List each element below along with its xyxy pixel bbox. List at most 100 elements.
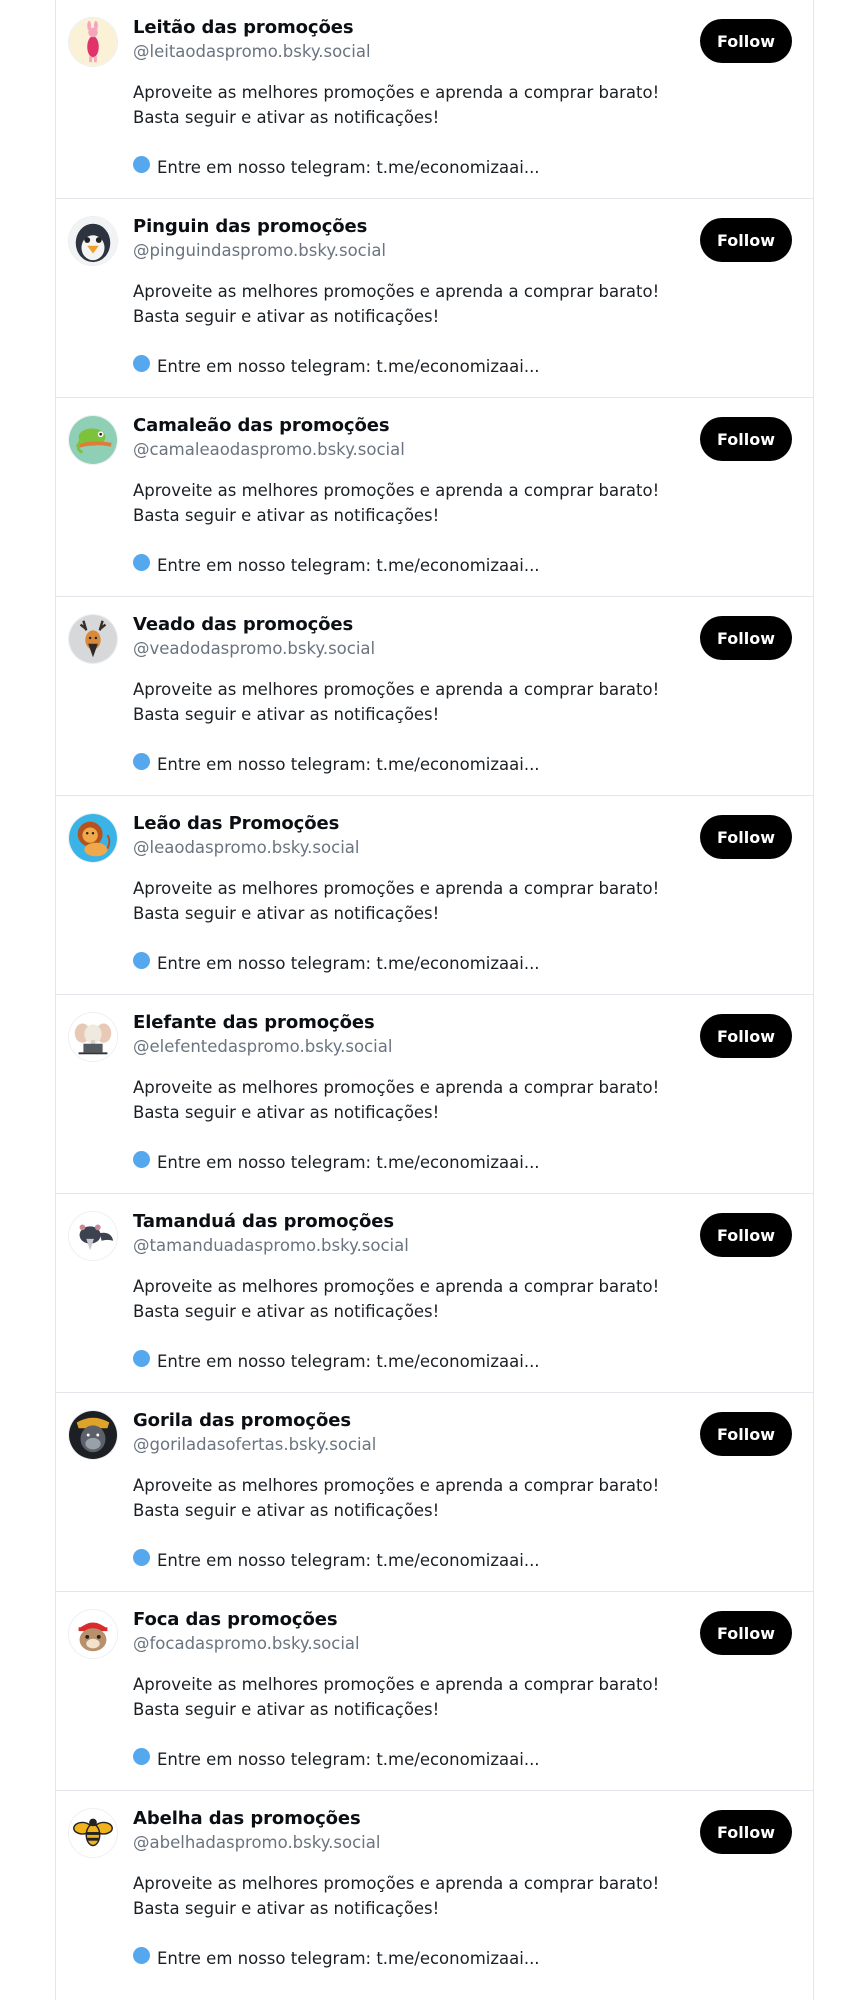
blue-circle-icon bbox=[133, 554, 150, 571]
profile-handle[interactable]: @elefentedaspromo.bsky.social bbox=[133, 1037, 392, 1056]
profile-description: Aproveite as melhores promoções e aprend… bbox=[133, 1075, 733, 1175]
profile-row[interactable]: Leão das Promoções @leaodaspromo.bsky.so… bbox=[56, 796, 813, 995]
profile-description: Aproveite as melhores promoções e aprend… bbox=[133, 677, 733, 777]
profile-handle[interactable]: @goriladasofertas.bsky.social bbox=[133, 1435, 376, 1454]
description-gap bbox=[133, 1523, 733, 1548]
seal-icon bbox=[69, 1610, 117, 1658]
profile-name[interactable]: Elefante das promoções bbox=[133, 1012, 375, 1033]
profile-handle[interactable]: @pinguindaspromo.bsky.social bbox=[133, 241, 386, 260]
profile-name[interactable]: Camaleão das promoções bbox=[133, 415, 390, 436]
telegram-line: Entre em nosso telegram: t.me/economizaa… bbox=[133, 951, 733, 976]
profile-handle[interactable]: @leitaodaspromo.bsky.social bbox=[133, 42, 371, 61]
follow-button[interactable]: Follow bbox=[700, 417, 792, 461]
profile-handle[interactable]: @focadaspromo.bsky.social bbox=[133, 1634, 360, 1653]
description-gap bbox=[133, 727, 733, 752]
telegram-line: Entre em nosso telegram: t.me/economizaa… bbox=[133, 752, 733, 777]
description-line: Aproveite as melhores promoções e aprend… bbox=[133, 83, 660, 102]
description-gap bbox=[133, 1921, 733, 1946]
anteater-avatar[interactable] bbox=[68, 1211, 118, 1261]
blue-circle-icon bbox=[133, 1151, 150, 1168]
follow-button[interactable]: Follow bbox=[700, 815, 792, 859]
profile-name[interactable]: Leão das Promoções bbox=[133, 813, 339, 834]
description-line: Basta seguir e ativar as notificações! bbox=[133, 506, 440, 525]
piglet-avatar[interactable] bbox=[68, 17, 118, 67]
description-line: Aproveite as melhores promoções e aprend… bbox=[133, 1675, 660, 1694]
chameleon-avatar[interactable] bbox=[68, 415, 118, 465]
profile-name[interactable]: Pinguin das promoções bbox=[133, 216, 367, 237]
profile-name[interactable]: Foca das promoções bbox=[133, 1609, 338, 1630]
description-gap bbox=[133, 528, 733, 553]
description-line: Aproveite as melhores promoções e aprend… bbox=[133, 1078, 660, 1097]
penguin-avatar[interactable] bbox=[68, 216, 118, 266]
deer-avatar[interactable] bbox=[68, 614, 118, 664]
follow-button[interactable]: Follow bbox=[700, 218, 792, 262]
follow-button[interactable]: Follow bbox=[700, 616, 792, 660]
deer-icon bbox=[69, 615, 117, 663]
profile-row[interactable]: Abelha das promoções @abelhadaspromo.bsk… bbox=[56, 1791, 813, 1990]
follow-button[interactable]: Follow bbox=[700, 1213, 792, 1257]
follow-button[interactable]: Follow bbox=[700, 1014, 792, 1058]
piglet-icon bbox=[69, 18, 117, 66]
description-line: Basta seguir e ativar as notificações! bbox=[133, 1103, 440, 1122]
description-line: Basta seguir e ativar as notificações! bbox=[133, 1501, 440, 1520]
profile-handle[interactable]: @camaleaodaspromo.bsky.social bbox=[133, 440, 405, 459]
telegram-line: Entre em nosso telegram: t.me/economizaa… bbox=[133, 1548, 733, 1573]
profile-name[interactable]: Leitão das promoções bbox=[133, 17, 354, 38]
description-line: Aproveite as melhores promoções e aprend… bbox=[133, 1476, 660, 1495]
description-line: Aproveite as melhores promoções e aprend… bbox=[133, 680, 660, 699]
profile-description: Aproveite as melhores promoções e aprend… bbox=[133, 1473, 733, 1573]
follow-button[interactable]: Follow bbox=[700, 19, 792, 63]
profile-name[interactable]: Tamanduá das promoções bbox=[133, 1211, 394, 1232]
telegram-text: Entre em nosso telegram: t.me/economizaa… bbox=[157, 1750, 540, 1769]
telegram-line: Entre em nosso telegram: t.me/economizaa… bbox=[133, 1150, 733, 1175]
follow-button[interactable]: Follow bbox=[700, 1412, 792, 1456]
telegram-line: Entre em nosso telegram: t.me/economizaa… bbox=[133, 1946, 733, 1971]
profile-row[interactable]: Pinguin das promoções @pinguindaspromo.b… bbox=[56, 199, 813, 398]
profile-description: Aproveite as melhores promoções e aprend… bbox=[133, 279, 733, 379]
profile-handle[interactable]: @tamanduadaspromo.bsky.social bbox=[133, 1236, 409, 1255]
profile-row[interactable]: Gorila das promoções @goriladasofertas.b… bbox=[56, 1393, 813, 1592]
profile-row[interactable]: Tamanduá das promoções @tamanduadaspromo… bbox=[56, 1194, 813, 1393]
blue-circle-icon bbox=[133, 1350, 150, 1367]
seal-avatar[interactable] bbox=[68, 1609, 118, 1659]
bee-avatar[interactable] bbox=[68, 1808, 118, 1858]
profile-row[interactable]: Elefante das promoções @elefentedaspromo… bbox=[56, 995, 813, 1194]
profile-row[interactable]: Veado das promoções @veadodaspromo.bsky.… bbox=[56, 597, 813, 796]
profile-row[interactable]: Leitão das promoções @leitaodaspromo.bsk… bbox=[56, 0, 813, 199]
bee-icon bbox=[69, 1809, 117, 1857]
suggested-follows-list: Leitão das promoções @leitaodaspromo.bsk… bbox=[55, 0, 814, 2000]
telegram-line: Entre em nosso telegram: t.me/economizaa… bbox=[133, 1349, 733, 1374]
telegram-text: Entre em nosso telegram: t.me/economizaa… bbox=[157, 755, 540, 774]
profile-handle[interactable]: @leaodaspromo.bsky.social bbox=[133, 838, 359, 857]
gorilla-icon bbox=[69, 1411, 117, 1459]
penguin-icon bbox=[69, 217, 117, 265]
follow-button[interactable]: Follow bbox=[700, 1810, 792, 1854]
telegram-text: Entre em nosso telegram: t.me/economizaa… bbox=[157, 954, 540, 973]
follow-button[interactable]: Follow bbox=[700, 1611, 792, 1655]
profile-row[interactable]: Camaleão das promoções @camaleaodaspromo… bbox=[56, 398, 813, 597]
profile-name[interactable]: Veado das promoções bbox=[133, 614, 353, 635]
gorilla-avatar[interactable] bbox=[68, 1410, 118, 1460]
profile-description: Aproveite as melhores promoções e aprend… bbox=[133, 1274, 733, 1374]
profile-handle[interactable]: @veadodaspromo.bsky.social bbox=[133, 639, 375, 658]
description-line: Basta seguir e ativar as notificações! bbox=[133, 705, 440, 724]
blue-circle-icon bbox=[133, 156, 150, 173]
elephant-avatar[interactable] bbox=[68, 1012, 118, 1062]
profile-handle[interactable]: @abelhadaspromo.bsky.social bbox=[133, 1833, 380, 1852]
profile-name[interactable]: Gorila das promoções bbox=[133, 1410, 351, 1431]
telegram-line: Entre em nosso telegram: t.me/economizaa… bbox=[133, 155, 733, 180]
description-line: Basta seguir e ativar as notificações! bbox=[133, 307, 440, 326]
description-line: Aproveite as melhores promoções e aprend… bbox=[133, 1874, 660, 1893]
profile-description: Aproveite as melhores promoções e aprend… bbox=[133, 876, 733, 976]
telegram-line: Entre em nosso telegram: t.me/economizaa… bbox=[133, 1747, 733, 1772]
telegram-text: Entre em nosso telegram: t.me/economizaa… bbox=[157, 1352, 540, 1371]
lion-avatar[interactable] bbox=[68, 813, 118, 863]
telegram-text: Entre em nosso telegram: t.me/economizaa… bbox=[157, 1153, 540, 1172]
profile-row[interactable]: Foca das promoções @focadaspromo.bsky.so… bbox=[56, 1592, 813, 1791]
blue-circle-icon bbox=[133, 753, 150, 770]
profile-name[interactable]: Abelha das promoções bbox=[133, 1808, 361, 1829]
description-gap bbox=[133, 130, 733, 155]
elephant-icon bbox=[69, 1013, 117, 1061]
description-gap bbox=[133, 1125, 733, 1150]
telegram-text: Entre em nosso telegram: t.me/economizaa… bbox=[157, 158, 540, 177]
